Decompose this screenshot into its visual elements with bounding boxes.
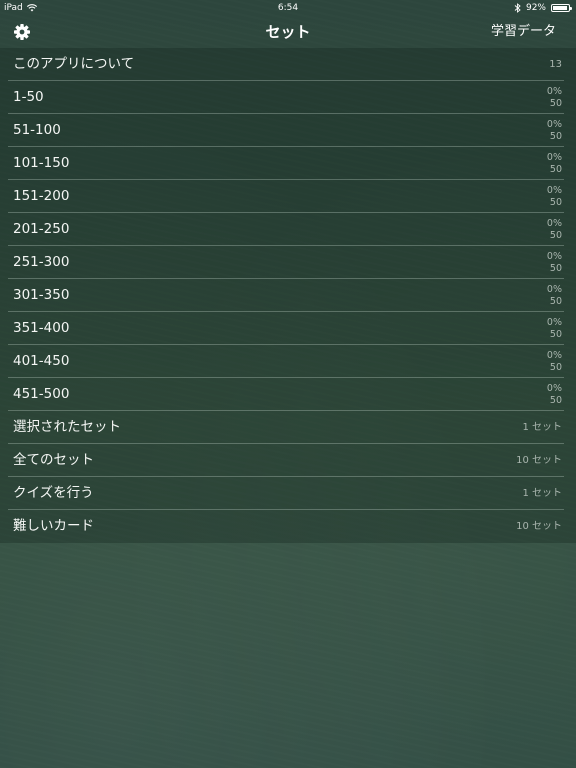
action-row[interactable]: 選択されたセット 1 セット	[8, 411, 564, 444]
action-set-count: 10 セット	[516, 455, 562, 466]
set-label: 101-150	[13, 155, 70, 171]
set-progress: 0%	[546, 350, 562, 361]
set-stats: 0% 50	[547, 185, 562, 208]
set-list: このアプリについて 13 1-50 0% 50 51-100 0% 50 101-150 0%…	[0, 48, 576, 543]
set-row[interactable]: 101-150 0% 50	[8, 147, 564, 180]
set-label: 151-200	[13, 188, 70, 204]
action-label: クイズを行う	[13, 485, 94, 501]
bluetooth-icon	[514, 3, 521, 13]
set-stats: 0% 50	[547, 350, 562, 373]
set-card-count: 50	[549, 361, 562, 373]
set-card-count: 50	[549, 295, 562, 307]
set-stats: 0% 50	[547, 86, 562, 109]
status-time: 6:54	[277, 3, 299, 13]
set-label: 51-100	[13, 122, 61, 138]
action-row[interactable]: 全てのセット 10 セット	[8, 444, 564, 477]
set-label: 1-50	[13, 89, 44, 105]
set-card-count: 50	[549, 394, 562, 406]
set-card-count: 50	[549, 262, 562, 274]
set-label: 401-450	[13, 353, 70, 369]
set-row[interactable]: 151-200 0% 50	[8, 180, 564, 213]
status-right: 92%	[514, 0, 572, 16]
page-title: セット	[265, 23, 311, 41]
battery-percent: 92%	[525, 3, 546, 13]
about-app-label: このアプリについて	[13, 56, 135, 72]
set-progress: 0%	[546, 119, 562, 130]
set-progress: 0%	[546, 152, 562, 163]
set-row[interactable]: 401-450 0% 50	[8, 345, 564, 378]
action-label: 選択されたセット	[13, 419, 121, 435]
battery-level	[553, 6, 567, 10]
set-card-count: 50	[549, 97, 562, 109]
set-card-count: 50	[549, 163, 562, 175]
set-progress: 0%	[546, 317, 562, 328]
set-label: 451-500	[13, 386, 70, 402]
action-set-count: 10 セット	[516, 521, 562, 532]
set-progress: 0%	[546, 185, 562, 196]
action-set-count: 1 セット	[522, 422, 562, 433]
set-stats: 0% 50	[547, 284, 562, 307]
set-progress: 0%	[546, 251, 562, 262]
battery-icon	[551, 4, 572, 12]
set-stats: 0% 50	[547, 119, 562, 142]
action-label: 全てのセット	[13, 452, 94, 468]
about-app-row[interactable]: このアプリについて 13	[8, 48, 564, 81]
action-row[interactable]: クイズを行う 1 セット	[8, 477, 564, 510]
set-stats: 0% 50	[547, 251, 562, 274]
set-stats: 0% 50	[547, 383, 562, 406]
set-stats: 0% 50	[547, 152, 562, 175]
gear-icon	[14, 24, 30, 40]
set-card-count: 50	[549, 130, 562, 142]
set-label: 351-400	[13, 320, 70, 336]
set-row[interactable]: 1-50 0% 50	[8, 81, 564, 114]
about-app-count: 13	[549, 59, 562, 70]
set-row[interactable]: 451-500 0% 50	[8, 378, 564, 411]
set-progress: 0%	[546, 86, 562, 97]
set-row[interactable]: 51-100 0% 50	[8, 114, 564, 147]
study-data-button[interactable]: 学習データ	[491, 16, 556, 48]
set-card-count: 50	[549, 229, 562, 241]
set-stats: 0% 50	[547, 317, 562, 340]
set-row[interactable]: 201-250 0% 50	[8, 213, 564, 246]
set-card-count: 50	[549, 328, 562, 340]
set-progress: 0%	[546, 218, 562, 229]
set-progress: 0%	[546, 284, 562, 295]
set-label: 251-300	[13, 254, 70, 270]
navigation-bar: セット 学習データ	[0, 16, 576, 48]
set-row[interactable]: 351-400 0% 50	[8, 312, 564, 345]
action-label: 難しいカード	[13, 518, 94, 534]
set-row[interactable]: 301-350 0% 50	[8, 279, 564, 312]
status-bar: iPad 6:54 92%	[0, 0, 576, 16]
settings-button[interactable]	[12, 22, 32, 42]
action-row[interactable]: 難しいカード 10 セット	[8, 510, 564, 543]
set-label: 201-250	[13, 221, 70, 237]
set-card-count: 50	[549, 196, 562, 208]
set-label: 301-350	[13, 287, 70, 303]
set-row[interactable]: 251-300 0% 50	[8, 246, 564, 279]
set-stats: 0% 50	[547, 218, 562, 241]
set-progress: 0%	[546, 383, 562, 394]
action-set-count: 1 セット	[522, 488, 562, 499]
